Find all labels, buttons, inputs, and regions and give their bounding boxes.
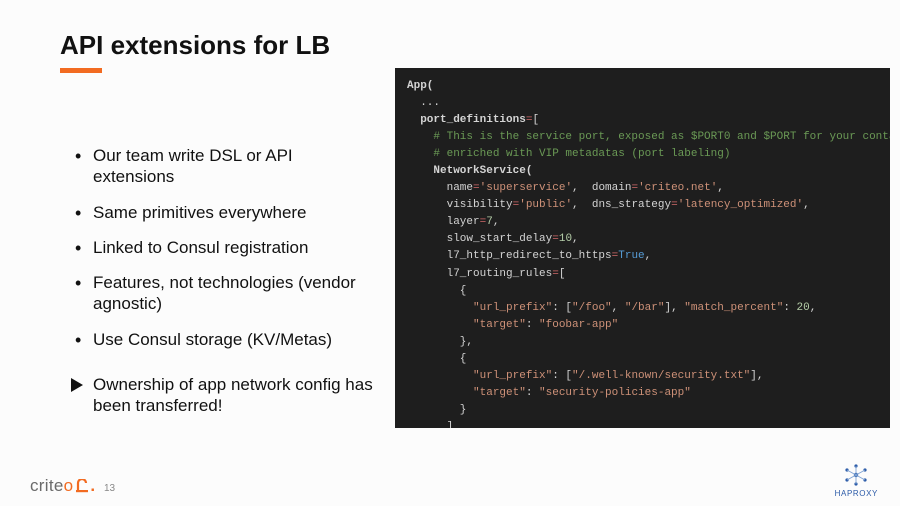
page-number: 13 [104, 483, 115, 494]
code-token: = [671, 199, 678, 211]
bullet-item: Features, not technologies (vendor agnos… [75, 272, 375, 315]
code-token: "target" [407, 387, 526, 399]
code-token: # This is the service port, exposed as $… [407, 131, 890, 143]
code-token: , [717, 182, 724, 194]
page-title: API extensions for LB [60, 30, 330, 61]
code-token: 20 [797, 302, 810, 314]
code-token: { [407, 285, 466, 297]
bullet-item: Linked to Consul registration [75, 237, 375, 258]
code-token: "url_prefix" [407, 302, 552, 314]
code-token: = [552, 233, 559, 245]
code-token: App( [407, 80, 433, 92]
code-token: layer [407, 216, 480, 228]
bullet-list: Our team write DSL or API extensions Same… [75, 145, 375, 430]
code-token: , [572, 233, 579, 245]
code-token: slow_start_delay [407, 233, 552, 245]
code-token: ], [664, 302, 684, 314]
haproxy-logo-icon [843, 463, 869, 487]
haproxy-logo-text: HAPROXY [835, 489, 878, 498]
code-token: 'superservice' [480, 182, 572, 194]
bullet-item: Our team write DSL or API extensions [75, 145, 375, 188]
code-token: [ [559, 268, 566, 280]
code-token: 'latency_optimized' [678, 199, 803, 211]
code-token: ], [750, 370, 763, 382]
bullet-item: Ownership of app network config has been… [75, 374, 375, 417]
code-token: }, [407, 336, 473, 348]
code-token: "foobar-app" [539, 319, 618, 331]
code-token: # enriched with VIP metadatas (port labe… [407, 148, 730, 160]
code-token: ] [407, 421, 453, 428]
code-token: { [407, 353, 466, 365]
code-panel: App( ... port_definitions=[ # This is th… [395, 68, 890, 428]
code-token: : [ [552, 370, 572, 382]
code-token: , [645, 250, 652, 262]
accent-bar [60, 68, 102, 73]
code-token: : [ [552, 302, 572, 314]
code-token: "target" [407, 319, 526, 331]
code-token: "/foo" [572, 302, 612, 314]
code-token: : [526, 319, 539, 331]
code-token: name [407, 182, 473, 194]
code-token: "/bar" [625, 302, 665, 314]
code-token: 'public' [519, 199, 572, 211]
code-token: [ [532, 114, 539, 126]
code-token: , domain [572, 182, 631, 194]
code-token: "security-policies-app" [539, 387, 691, 399]
code-token: } [407, 404, 466, 416]
criteo-logo-o: o [64, 476, 74, 495]
criteo-logo-text1: crite [30, 476, 64, 495]
code-token: , dns_strategy [572, 199, 671, 211]
code-token: 10 [559, 233, 572, 245]
bullet-item: Use Consul storage (KV/Metas) [75, 329, 375, 350]
haproxy-logo: HAPROXY [835, 463, 878, 498]
code-token: = [473, 182, 480, 194]
code-token: , [612, 302, 625, 314]
criteo-logo: criteo. [30, 476, 95, 496]
slide-root: API extensions for LB Our team write DSL… [0, 0, 900, 506]
code-token: , [810, 302, 817, 314]
code-token: l7_routing_rules [407, 268, 552, 280]
code-token: l7_http_redirect_to_https [407, 250, 612, 262]
code-token: "match_percent" [684, 302, 783, 314]
code-token: port_definitions [407, 114, 526, 126]
code-token: "url_prefix" [407, 370, 552, 382]
code-token: = [552, 268, 559, 280]
code-token: , [803, 199, 810, 211]
code-token: 'criteo.net' [638, 182, 717, 194]
code-token: : [783, 302, 796, 314]
code-token: ... [407, 97, 440, 109]
code-token: "/.well-known/security.txt" [572, 370, 750, 382]
code-token: , [493, 216, 500, 228]
criteo-logo-dot: . [90, 476, 95, 495]
code-token: True [618, 250, 644, 262]
criteo-logo-mark [75, 479, 90, 493]
code-token: NetworkService( [407, 165, 532, 177]
bullet-item: Same primitives everywhere [75, 202, 375, 223]
code-token: : [526, 387, 539, 399]
code-token: 7 [486, 216, 493, 228]
code-token: visibility [407, 199, 513, 211]
